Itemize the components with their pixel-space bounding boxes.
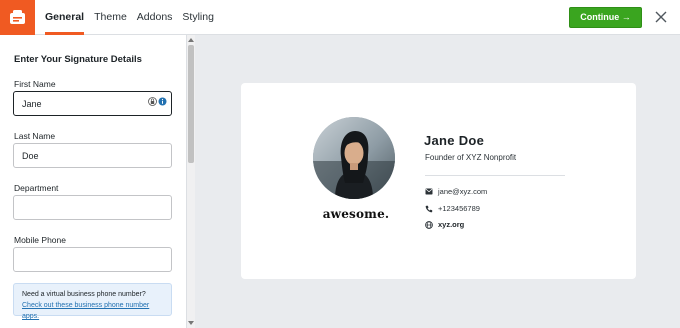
continue-button[interactable]: Continue → bbox=[569, 7, 642, 28]
profile-photo bbox=[313, 117, 395, 199]
details-sidebar: Enter Your Signature Details First Name … bbox=[0, 35, 186, 328]
phone-text: +123456789 bbox=[438, 204, 480, 213]
tab-addons[interactable]: Addons bbox=[137, 0, 173, 35]
scroll-down-icon[interactable] bbox=[187, 320, 195, 326]
logo-icon bbox=[10, 10, 25, 24]
avatar bbox=[313, 117, 395, 199]
scroll-up-icon[interactable] bbox=[187, 37, 195, 43]
notice-link[interactable]: Check out these business phone number ap… bbox=[22, 302, 149, 320]
brand-logo-text: awesome. bbox=[322, 207, 390, 221]
sidebar-heading: Enter Your Signature Details bbox=[14, 54, 142, 65]
phone-icon bbox=[425, 205, 433, 212]
globe-icon bbox=[425, 220, 433, 229]
email-row: jane@xyz.com bbox=[425, 187, 487, 196]
phone-notice: Need a virtual business phone number? Ch… bbox=[13, 283, 172, 320]
tab-general[interactable]: General bbox=[45, 0, 85, 35]
last-name-label: Last Name bbox=[14, 131, 56, 141]
info-icon[interactable] bbox=[158, 97, 167, 106]
tab-styling[interactable]: Styling bbox=[182, 0, 214, 35]
department-input[interactable] bbox=[13, 195, 172, 220]
sidebar-scrollbar[interactable] bbox=[186, 35, 195, 328]
website-row: xyz.org bbox=[425, 220, 464, 229]
last-name-input[interactable] bbox=[13, 143, 172, 168]
first-name-label: First Name bbox=[14, 79, 56, 89]
mobile-phone-label: Mobile Phone bbox=[14, 235, 66, 245]
scrollbar-thumb[interactable] bbox=[188, 45, 194, 163]
website-text: xyz.org bbox=[438, 220, 465, 229]
tab-theme[interactable]: Theme bbox=[94, 0, 127, 35]
signature-divider bbox=[425, 175, 565, 176]
signature-name: Jane Doe bbox=[424, 133, 485, 148]
top-bar: General Theme Addons Styling Continue → bbox=[0, 0, 680, 35]
close-button[interactable] bbox=[652, 8, 670, 26]
signature-preview: awesome. Jane Doe Founder of XYZ Nonprof… bbox=[241, 83, 636, 279]
signature-title: Founder of XYZ Nonprofit bbox=[425, 153, 517, 162]
app-logo[interactable] bbox=[0, 0, 35, 35]
department-label: Department bbox=[14, 183, 59, 193]
email-text: jane@xyz.com bbox=[438, 187, 488, 196]
email-icon bbox=[425, 188, 433, 195]
notice-text: Need a virtual business phone number? bbox=[22, 291, 146, 298]
phone-row: +123456789 bbox=[425, 204, 480, 213]
field-helper-icons bbox=[148, 97, 167, 106]
password-manager-icon[interactable] bbox=[148, 97, 157, 106]
tab-bar: General Theme Addons Styling bbox=[45, 0, 224, 35]
close-icon bbox=[655, 11, 667, 23]
mobile-phone-input[interactable] bbox=[13, 247, 172, 272]
